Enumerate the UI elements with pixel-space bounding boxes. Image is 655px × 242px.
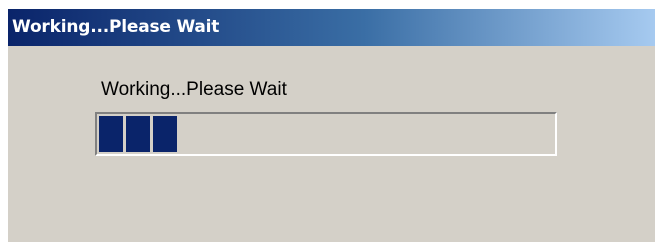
progress-block [126,116,150,152]
progress-block [99,116,123,152]
title-bar[interactable]: Working...Please Wait [8,9,655,46]
window-title: Working...Please Wait [12,17,220,37]
progress-fill [99,116,177,152]
progress-bar [95,112,557,156]
progress-block [153,116,177,152]
status-message: Working...Please Wait [101,79,287,100]
progress-dialog: Working...Please Wait Working...Please W… [7,8,655,242]
